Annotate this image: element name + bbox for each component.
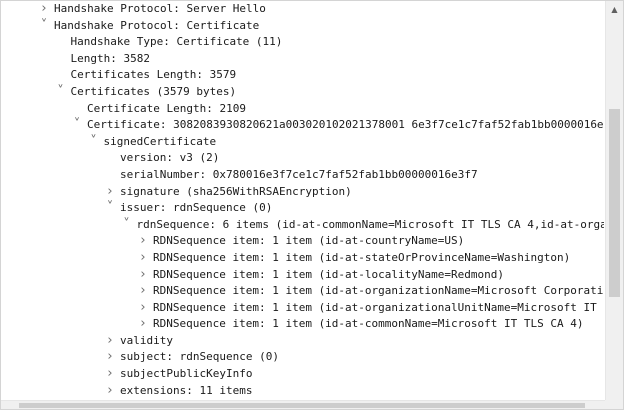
chevron-down-icon[interactable]: ˅ [88, 134, 100, 151]
chevron-right-icon[interactable]: › [104, 366, 116, 383]
chevron-right-icon[interactable]: › [137, 250, 149, 267]
tree-row-label: version: v3 (2) [120, 151, 220, 165]
chevron-right-icon[interactable]: › [104, 349, 116, 366]
tree-row[interactable]: › RDNSequence item: 1 item (id-at-organiz… [1, 300, 604, 317]
tree-row[interactable]: › RDNSequence item: 1 item (id-at-country… [1, 233, 604, 250]
protocol-tree: › Handshake Protocol: Server Hello ˅ Handsh… [1, 1, 604, 402]
chevron-right-icon[interactable]: › [137, 316, 149, 333]
chevron-right-icon[interactable]: › [137, 300, 149, 317]
tree-row-label: RDNSequence item: 1 item (id-at-organiza… [153, 284, 604, 298]
chevron-right-icon[interactable]: › [38, 1, 50, 18]
tree-row[interactable]: › RDNSequence item: 1 item (id-at-localit… [1, 267, 604, 284]
tree-row-label: signedCertificate [103, 134, 217, 148]
tree-row-label: issuer: rdnSequence (0) [120, 201, 273, 215]
horizontal-scrollbar[interactable] [1, 400, 607, 409]
tree-row[interactable]: ˅ issuer: rdnSequence (0) [1, 200, 604, 217]
tree-row-label: RDNSequence item: 1 item (id-at-commonNa… [153, 317, 584, 331]
vertical-scrollbar-thumb[interactable] [609, 109, 620, 297]
tree-row[interactable]: ˅ Certificates (3579 bytes) [1, 84, 604, 101]
tree-row-label: rdnSequence: 6 items (id-at-commonName=M… [136, 217, 605, 231]
tree-row[interactable]: Handshake Type: Certificate (11) [1, 34, 604, 51]
tree-row[interactable]: › RDNSequence item: 1 item (id-at-commonN… [1, 316, 604, 333]
packet-details-pane: › Handshake Protocol: Server Hello ˅ Handsh… [0, 0, 624, 410]
chevron-right-icon[interactable]: › [104, 333, 116, 350]
tree-row-label: Certificates Length: 3579 [70, 68, 237, 82]
chevron-down-icon[interactable]: ˅ [121, 217, 133, 234]
tree-row[interactable]: Certificate Length: 2109 [1, 101, 604, 118]
tree-row[interactable]: › extensions: 11 items [1, 383, 604, 400]
tree-row-label: RDNSequence item: 1 item (id-at-organiza… [153, 300, 597, 314]
tree-row[interactable]: ˅ rdnSequence: 6 items (id-at-commonName=… [1, 217, 604, 234]
tree-row[interactable]: › RDNSequence item: 1 item (id-at-stateOr… [1, 250, 604, 267]
tree-row[interactable]: Length: 3582 [1, 51, 604, 68]
tree-row[interactable]: ˅ Handshake Protocol: Certificate [1, 18, 604, 35]
tree-row-label: Length: 3582 [70, 51, 150, 65]
tree-row[interactable]: › subject: rdnSequence (0) [1, 349, 604, 366]
tree-row-label: RDNSequence item: 1 item (id-at-stateOrP… [153, 250, 571, 264]
tree-row[interactable]: ˅ signedCertificate [1, 134, 604, 151]
tree-row[interactable]: › signature (sha256WithRSAEncryption) [1, 184, 604, 201]
scrollbar-corner [605, 400, 623, 409]
tree-row-label: signature (sha256WithRSAEncryption) [120, 184, 352, 198]
chevron-down-icon[interactable]: ˅ [38, 18, 50, 35]
tree-row-label: RDNSequence item: 1 item (id-at-countryN… [153, 234, 465, 248]
tree-row-label: extensions: 11 items [120, 383, 253, 397]
tree-row[interactable]: › RDNSequence item: 1 item (id-at-organiz… [1, 283, 604, 300]
tree-row[interactable]: serialNumber: 0x780016e3f7ce1c7faf52fab1… [1, 167, 604, 184]
tree-row-label: Handshake Type: Certificate (11) [70, 35, 283, 49]
tree-row[interactable]: › subjectPublicKeyInfo [1, 366, 604, 383]
tree-row-label: Certificates (3579 bytes) [70, 84, 237, 98]
scroll-up-arrow-icon[interactable]: ▲ [606, 1, 623, 19]
chevron-right-icon[interactable]: › [137, 283, 149, 300]
chevron-right-icon[interactable]: › [137, 233, 149, 250]
tree-row[interactable]: › validity [1, 333, 604, 350]
horizontal-scrollbar-thumb[interactable] [19, 403, 585, 408]
tree-row-label: Handshake Protocol: Certificate [54, 18, 260, 32]
chevron-down-icon[interactable]: ˅ [55, 84, 67, 101]
tree-row[interactable]: version: v3 (2) [1, 150, 604, 167]
vertical-scrollbar[interactable]: ▲ [605, 1, 623, 402]
chevron-down-icon[interactable]: ˅ [71, 117, 83, 134]
tree-row-label: subjectPublicKeyInfo [120, 367, 253, 381]
chevron-right-icon[interactable]: › [104, 383, 116, 400]
tree-row-label: Certificate: 3082083930820621a0030201020… [87, 118, 604, 132]
tree-row-label: Certificate Length: 2109 [87, 101, 246, 115]
tree-row-label: RDNSequence item: 1 item (id-at-locality… [153, 267, 504, 281]
tree-row-label: validity [120, 333, 173, 347]
tree-row[interactable]: Certificates Length: 3579 [1, 67, 604, 84]
tree-row-label: serialNumber: 0x780016e3f7ce1c7faf52fab1… [120, 167, 478, 181]
chevron-down-icon[interactable]: ˅ [104, 200, 116, 217]
tree-row-label: subject: rdnSequence (0) [120, 350, 279, 364]
chevron-right-icon[interactable]: › [137, 267, 149, 284]
tree-row[interactable]: › Handshake Protocol: Server Hello [1, 1, 604, 18]
tree-row[interactable]: ˅ Certificate: 3082083930820621a003020102… [1, 117, 604, 134]
chevron-right-icon[interactable]: › [104, 184, 116, 201]
tree-row-label: Handshake Protocol: Server Hello [54, 2, 266, 15]
